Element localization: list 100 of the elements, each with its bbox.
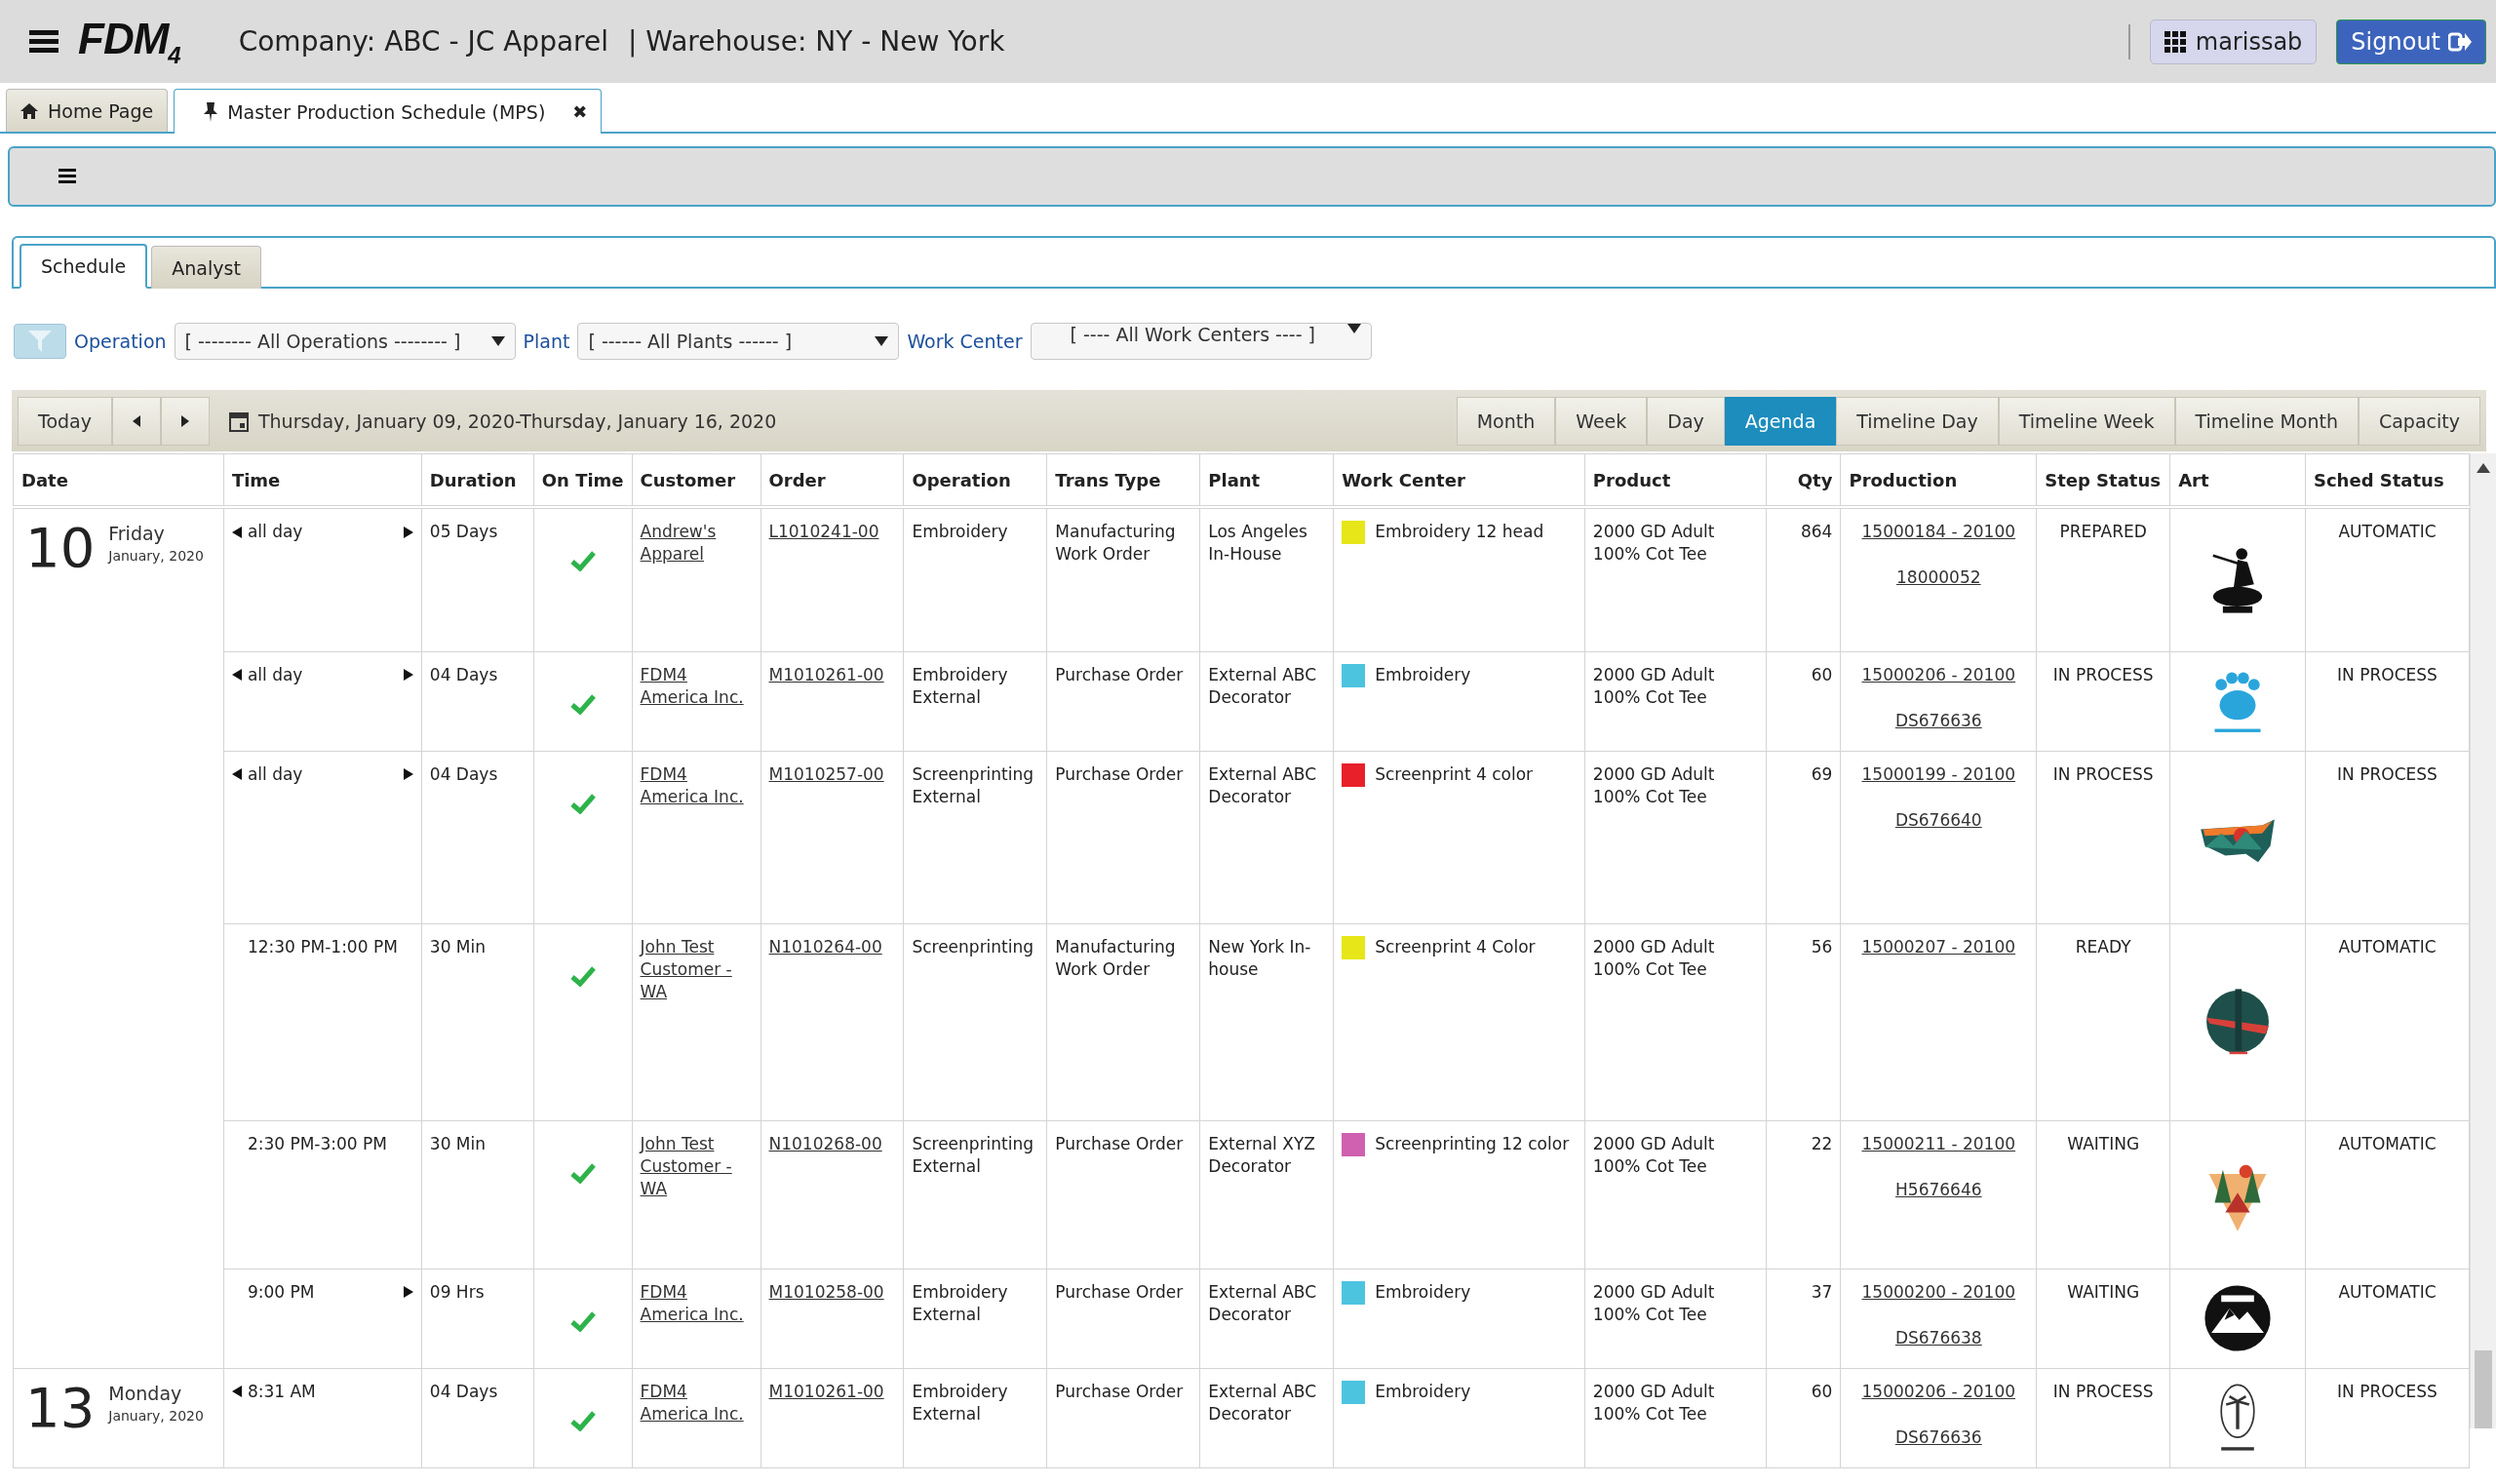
table-cell: Screenprinting bbox=[903, 923, 1047, 1120]
order-link[interactable]: M1010257-00 bbox=[768, 762, 884, 786]
table-cell: 2000 GD Adult 100% Cot Tee bbox=[1584, 1269, 1767, 1368]
page-tab[interactable]: Home Page bbox=[6, 89, 169, 132]
grid-icon bbox=[2164, 30, 2186, 53]
time-text: 9:00 PM bbox=[247, 1280, 316, 1304]
table-cell: 04 Days bbox=[421, 1368, 534, 1467]
production-link[interactable]: DS676640 bbox=[1894, 808, 1982, 832]
view-tab[interactable]: Analyst bbox=[151, 246, 261, 289]
column-header: Trans Type bbox=[1046, 453, 1200, 507]
table-cell: Los Angeles In-House bbox=[1199, 507, 1334, 651]
column-header: Operation bbox=[903, 453, 1047, 507]
menu-icon[interactable] bbox=[29, 29, 58, 54]
table-cell: IN PROCESS bbox=[2036, 651, 2170, 751]
table-cell: Embroidery External bbox=[903, 1368, 1047, 1467]
table-cell: Manufacturing Work Order bbox=[1046, 923, 1200, 1120]
column-header: Order bbox=[760, 453, 904, 507]
left-triangle-icon bbox=[132, 414, 140, 427]
production-link[interactable]: 15000207 - 20100 bbox=[1861, 935, 2016, 958]
table-cell: Screenprinting External bbox=[903, 1120, 1047, 1269]
table-cell: 30 Min bbox=[421, 1120, 534, 1269]
next-button[interactable] bbox=[160, 396, 210, 446]
table-cell: AUTOMATIC bbox=[2305, 1120, 2470, 1269]
table-cell: 04 Days bbox=[421, 651, 534, 751]
user-button[interactable]: marissab bbox=[2149, 19, 2318, 64]
production-link[interactable]: 15000211 - 20100 bbox=[1861, 1132, 2016, 1155]
caret-icon bbox=[490, 336, 505, 346]
production-link[interactable]: 15000206 - 20100 bbox=[1861, 663, 2016, 686]
today-button[interactable]: Today bbox=[18, 396, 112, 446]
table-cell: PREPARED bbox=[2036, 507, 2170, 651]
production-link[interactable]: H5676646 bbox=[1895, 1178, 1982, 1201]
table-cell: READY bbox=[2036, 923, 2170, 1120]
order-link[interactable]: M1010261-00 bbox=[768, 663, 884, 686]
column-header: Product bbox=[1584, 453, 1767, 507]
filter-label: Plant bbox=[523, 331, 570, 352]
production-link[interactable]: 15000184 - 20100 bbox=[1861, 521, 2016, 543]
order-link[interactable]: M1010261-00 bbox=[768, 1380, 884, 1403]
order-link[interactable]: M1010258-00 bbox=[768, 1280, 884, 1304]
filter-dropdown[interactable]: [ ------ All Plants ------ ] bbox=[577, 323, 900, 360]
table-cell: AUTOMATIC bbox=[2305, 923, 2470, 1120]
day-number: 13 bbox=[25, 1380, 96, 1435]
time-text: 8:31 AM bbox=[247, 1380, 317, 1403]
time-text: 12:30 PM-1:00 PM bbox=[247, 935, 398, 958]
order-link[interactable]: N1010268-00 bbox=[768, 1132, 882, 1155]
production-link[interactable]: DS676636 bbox=[1894, 709, 1982, 732]
table-cell: IN PROCESS bbox=[2036, 751, 2170, 923]
view-tab[interactable]: Schedule bbox=[20, 244, 148, 289]
weekday: Friday bbox=[108, 523, 166, 545]
view-button[interactable]: Timeline Day bbox=[1836, 396, 1999, 446]
table-cell: External ABC Decorator bbox=[1199, 1368, 1334, 1467]
table-cell: 60 bbox=[1766, 651, 1841, 751]
signout-button[interactable]: Signout bbox=[2336, 19, 2486, 64]
view-button[interactable]: Capacity bbox=[2358, 396, 2480, 446]
month-year: January, 2020 bbox=[108, 1406, 204, 1425]
production-link[interactable]: DS676638 bbox=[1894, 1326, 1982, 1349]
time-text: all day bbox=[247, 663, 304, 686]
filter-dropdown[interactable]: [ -------- All Operations -------- ] bbox=[174, 323, 516, 360]
work-center-text: Embroidery bbox=[1375, 1380, 1471, 1403]
view-button[interactable]: Week bbox=[1555, 396, 1648, 446]
scrollbar[interactable] bbox=[2470, 453, 2496, 1428]
scrollbar-thumb[interactable] bbox=[2475, 1350, 2492, 1428]
table-cell: 2000 GD Adult 100% Cot Tee bbox=[1584, 923, 1767, 1120]
table-cell: Purchase Order bbox=[1046, 651, 1200, 751]
filter-dropdown[interactable]: [ ---- All Work Centers ---- ] bbox=[1030, 323, 1372, 360]
view-button[interactable]: Agenda bbox=[1724, 396, 1837, 446]
filter-button[interactable] bbox=[14, 324, 66, 359]
production-link[interactable]: 15000206 - 20100 bbox=[1861, 1380, 2016, 1403]
production-link[interactable]: 18000052 bbox=[1896, 566, 1981, 589]
page-tab[interactable]: Master Production Schedule (MPS) ✖ bbox=[174, 89, 603, 134]
view-button[interactable]: Month bbox=[1456, 396, 1556, 446]
table-cell: 04 Days bbox=[421, 751, 534, 923]
close-icon[interactable]: ✖ bbox=[572, 101, 588, 122]
time-text: all day bbox=[247, 521, 304, 543]
work-center-text: Embroidery 12 head bbox=[1375, 521, 1544, 543]
production-link[interactable]: 15000200 - 20100 bbox=[1861, 1280, 2016, 1304]
table-cell: External ABC Decorator bbox=[1199, 751, 1334, 923]
production-link[interactable]: DS676636 bbox=[1894, 1425, 1982, 1449]
table-cell: 69 bbox=[1766, 751, 1841, 923]
column-header: Date bbox=[13, 453, 224, 507]
order-link[interactable]: L1010241-00 bbox=[768, 521, 879, 543]
table-cell: Embroidery External bbox=[903, 1269, 1047, 1368]
order-link[interactable]: N1010264-00 bbox=[768, 935, 882, 958]
view-button[interactable]: Timeline Month bbox=[2174, 396, 2359, 446]
view-button[interactable]: Timeline Week bbox=[1998, 396, 2175, 446]
weekday: Monday bbox=[108, 1382, 183, 1405]
table-cell: 05 Days bbox=[421, 507, 534, 651]
view-button[interactable]: Day bbox=[1647, 396, 1725, 446]
company-text: Company: ABC - JC Apparel bbox=[238, 25, 608, 58]
menu-icon[interactable] bbox=[58, 169, 76, 184]
scroll-up-icon[interactable] bbox=[2476, 463, 2490, 473]
table-cell: 60 bbox=[1766, 1368, 1841, 1467]
column-header: Production bbox=[1840, 453, 2037, 507]
logo: FDM$_{4}$ bbox=[78, 14, 180, 69]
filter-label: Operation bbox=[74, 331, 167, 352]
column-header: Qty bbox=[1766, 453, 1841, 507]
table-cell: 2000 GD Adult 100% Cot Tee bbox=[1584, 751, 1767, 923]
previous-button[interactable] bbox=[111, 396, 161, 446]
work-center-text: Screenprint 4 Color bbox=[1375, 935, 1536, 958]
production-link[interactable]: 15000199 - 20100 bbox=[1861, 762, 2016, 786]
table-cell: IN PROCESS bbox=[2305, 651, 2470, 751]
